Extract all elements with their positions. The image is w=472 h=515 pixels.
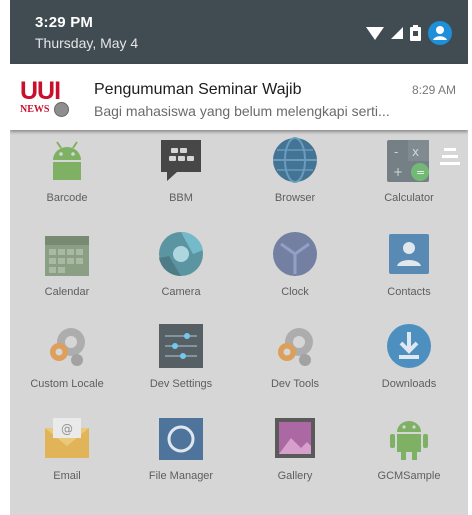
gear-icon bbox=[50, 328, 85, 366]
app-drawer: Barcode BBM Browser -x + = Calculator Ca… bbox=[10, 130, 468, 515]
status-icons bbox=[366, 21, 452, 45]
status-date: Thursday, May 4 bbox=[35, 35, 139, 51]
app-label: File Manager bbox=[148, 470, 214, 482]
wifi-icon bbox=[366, 26, 384, 40]
gear-icon bbox=[278, 328, 313, 366]
svg-text:+: + bbox=[393, 165, 403, 179]
android-icon bbox=[53, 141, 81, 180]
app-barcode[interactable]: Barcode bbox=[10, 130, 124, 216]
app-file-manager[interactable]: File Manager bbox=[124, 408, 238, 494]
email-icon: @ bbox=[45, 418, 89, 458]
svg-text:x: x bbox=[412, 145, 419, 159]
app-label: Email bbox=[53, 470, 81, 482]
app-label: Custom Locale bbox=[30, 378, 104, 390]
bbm-icon bbox=[161, 140, 201, 181]
notification-time: 8:29 AM bbox=[411, 83, 456, 97]
app-label: Contacts bbox=[387, 286, 431, 298]
phone-screen: 3:29 PM Thursday, May 4 UUI NEWS Pengumu… bbox=[10, 0, 468, 515]
status-time: 3:29 PM bbox=[35, 14, 94, 31]
app-label: Downloads bbox=[381, 378, 437, 390]
app-label: Calendar bbox=[44, 286, 90, 298]
calendar-icon bbox=[45, 236, 89, 276]
app-downloads[interactable]: Downloads bbox=[352, 316, 466, 402]
app-label: GCMSample bbox=[377, 470, 441, 482]
app-gcmsample[interactable]: GCMSample bbox=[352, 408, 466, 494]
app-label: Dev Tools bbox=[270, 378, 320, 390]
news-logo: UUI NEWS bbox=[20, 78, 88, 122]
app-gallery[interactable]: Gallery bbox=[238, 408, 352, 494]
app-bbm[interactable]: BBM bbox=[124, 130, 238, 216]
app-label: Browser bbox=[274, 192, 316, 204]
svg-text:-: - bbox=[394, 145, 398, 159]
app-dev-settings[interactable]: Dev Settings bbox=[124, 316, 238, 402]
logo-badge-icon bbox=[54, 102, 69, 117]
app-label: Barcode bbox=[46, 192, 88, 204]
app-label: BBM bbox=[169, 192, 193, 204]
app-email[interactable]: @ Email bbox=[10, 408, 124, 494]
gallery-icon bbox=[275, 418, 315, 458]
app-label: Clock bbox=[281, 286, 309, 298]
android-icon bbox=[390, 421, 428, 460]
app-browser[interactable]: Browser bbox=[238, 130, 352, 216]
app-dev-tools[interactable]: Dev Tools bbox=[238, 316, 352, 402]
calculator-icon: -x + = bbox=[387, 140, 429, 182]
download-icon bbox=[387, 324, 431, 368]
app-label: Camera bbox=[161, 286, 201, 298]
folder-icon bbox=[159, 418, 203, 460]
notification-card[interactable]: UUI NEWS Pengumuman Seminar Wajib 8:29 A… bbox=[10, 64, 468, 130]
svg-text:=: = bbox=[416, 166, 425, 179]
app-clock[interactable]: Clock bbox=[238, 224, 352, 310]
globe-icon bbox=[273, 137, 317, 183]
signal-icon bbox=[391, 27, 403, 39]
app-calculator[interactable]: -x + = Calculator bbox=[352, 130, 466, 216]
status-bar: 3:29 PM Thursday, May 4 bbox=[10, 0, 468, 64]
battery-icon bbox=[410, 25, 421, 41]
camera-icon bbox=[159, 231, 203, 277]
contacts-icon bbox=[389, 234, 429, 274]
app-label: Calculator bbox=[384, 192, 434, 204]
app-contacts[interactable]: Contacts bbox=[352, 224, 466, 310]
app-calendar[interactable]: Calendar bbox=[10, 224, 124, 310]
app-camera[interactable]: Camera bbox=[124, 224, 238, 310]
notification-title: Pengumuman Seminar Wajib bbox=[94, 81, 302, 98]
user-avatar-icon[interactable] bbox=[428, 21, 452, 45]
app-custom-locale[interactable]: Custom Locale bbox=[10, 316, 124, 402]
app-label: Gallery bbox=[277, 470, 313, 482]
app-label: Dev Settings bbox=[149, 378, 213, 390]
sliders-icon bbox=[159, 324, 203, 368]
notification-body: Bagi mahasiswa yang belum melengkapi ser… bbox=[94, 103, 390, 119]
svg-text:@: @ bbox=[61, 422, 73, 436]
clock-icon bbox=[273, 232, 317, 276]
